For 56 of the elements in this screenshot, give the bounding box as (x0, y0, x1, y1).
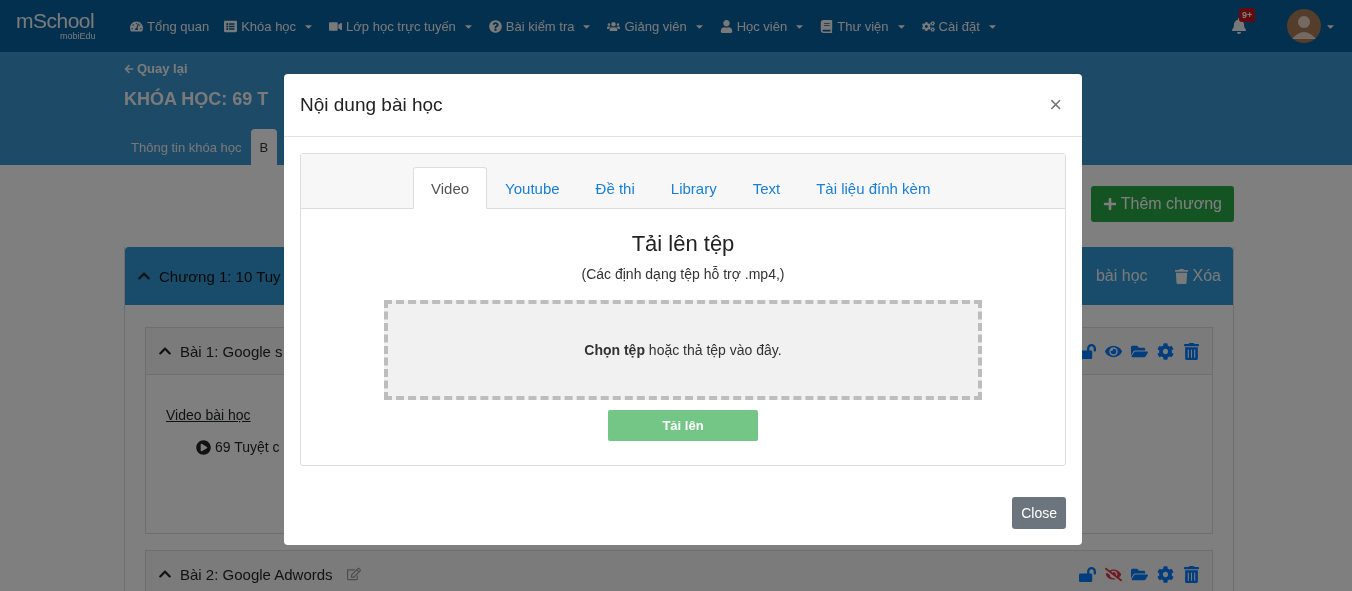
course-tab[interactable]: Thông tin khóa học (122, 129, 251, 165)
section-link[interactable]: Video bài học (166, 407, 251, 423)
upload-title: Tải lên tệp (631, 231, 735, 257)
back-link[interactable]: Quay lại (124, 61, 188, 76)
edit-icon[interactable] (346, 567, 361, 581)
menu-item[interactable]: Khóa học (224, 18, 315, 34)
notification-badge: 9+ (1239, 8, 1256, 22)
plus-icon (1102, 197, 1117, 211)
users-icon (607, 19, 621, 33)
question-icon (488, 19, 502, 33)
menu-item[interactable]: Thư viện (820, 18, 907, 34)
list-icon (224, 19, 238, 33)
menu-item[interactable]: Học viên (719, 18, 806, 34)
menu-item[interactable]: Giảng viên (607, 18, 705, 34)
menu-item[interactable]: Tổng quan (130, 18, 210, 34)
play-icon (196, 439, 211, 455)
formats-note: (Các định dạng tệp hỗ trợ .mp4,) (581, 266, 785, 282)
course-title: KHÓA HỌC: 69 T (124, 89, 269, 110)
dropzone-text: Chọn tệp hoặc thả tệp vào đây. (584, 342, 782, 358)
menu-item[interactable]: Cài đặt (921, 18, 998, 34)
trash-icon (1173, 268, 1189, 284)
close-button[interactable]: × (1045, 92, 1066, 118)
close-button[interactable]: Close (1012, 497, 1066, 529)
trash-icon[interactable] (1183, 565, 1200, 583)
course-tab[interactable]: B (250, 129, 278, 165)
gears-icon (921, 19, 935, 33)
content-tab[interactable]: Tài liệu đính kèm (798, 167, 949, 209)
video-camera-icon (329, 19, 343, 33)
content-tab[interactable]: Video (413, 167, 488, 209)
add-chapter-button[interactable]: Thêm chương (1090, 186, 1234, 222)
bell-icon[interactable] (1231, 18, 1247, 34)
gear-icon[interactable] (1157, 565, 1174, 583)
video-item[interactable]: 69 Tuyệt c (215, 439, 280, 455)
modal-title: Nội dung bài học (300, 94, 444, 116)
delete-link[interactable]: Xóa (1173, 267, 1221, 285)
trash-icon[interactable] (1183, 342, 1200, 360)
menu-item[interactable]: Bài kiểm tra (488, 18, 593, 34)
chapter-title: Chương 1: 10 Tuy (159, 267, 281, 285)
lesson-title: Bài 1: Google s (180, 342, 283, 360)
arrow-left-icon (124, 63, 134, 74)
content-tab[interactable]: Library (652, 167, 735, 209)
dropzone[interactable]: Chọn tệp hoặc thả tệp vào đây. (384, 300, 982, 400)
gear-icon[interactable] (1157, 342, 1174, 360)
book-icon (820, 19, 834, 33)
logo-name[interactable]: mSchool (16, 11, 95, 31)
eye-slash-icon[interactable] (1105, 565, 1122, 583)
logo-tagline: mobiEdu (60, 31, 96, 41)
content-tab[interactable]: Đề thi (577, 167, 653, 209)
gauge-icon (130, 19, 143, 33)
menu-item[interactable]: Lớp học trực tuyến (329, 18, 474, 34)
content-tab[interactable]: Text (734, 167, 799, 209)
user-icon (719, 19, 733, 33)
avatar-icon[interactable] (1287, 9, 1321, 43)
lesson-title: Bài 2: Google Adwords (180, 565, 333, 583)
add-lesson-link[interactable]: bài học (1095, 267, 1148, 285)
content-tab[interactable]: Youtube (487, 167, 578, 209)
